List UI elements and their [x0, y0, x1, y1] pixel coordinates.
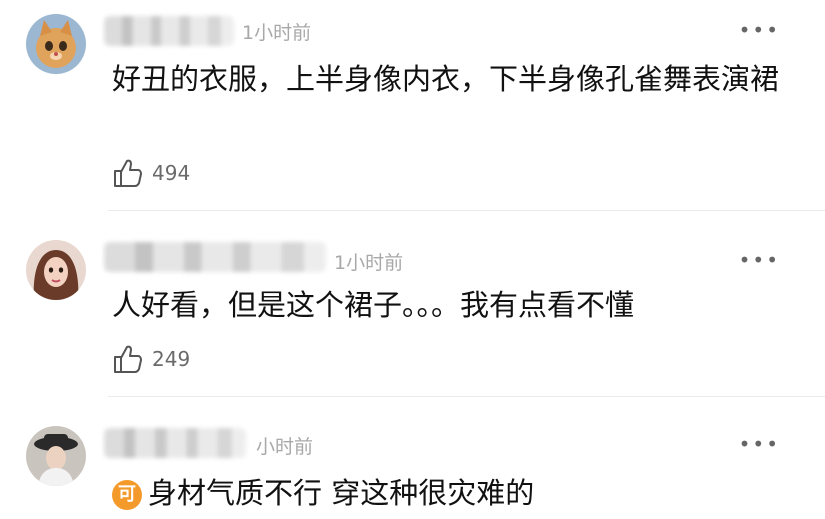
comment-item: 1小时前 ••• 人好看，但是这个裙子。。。我有点看不懂 249: [0, 212, 825, 396]
comment-text-row: 可身材气质不行 穿这种很灾难的: [112, 472, 792, 514]
comment-text: 身材气质不行 穿这种很灾难的: [148, 476, 535, 510]
more-options-button[interactable]: •••: [739, 248, 780, 272]
divider: [108, 396, 825, 397]
thumbs-up-icon: [114, 159, 142, 187]
like-button[interactable]: 494: [112, 156, 190, 190]
username-blurred[interactable]: [104, 242, 326, 272]
comment-time: 1小时前: [334, 252, 404, 274]
more-options-button[interactable]: •••: [739, 18, 780, 42]
avatar[interactable]: [26, 426, 86, 486]
ellipsis-icon: •••: [738, 248, 780, 272]
like-count: 249: [152, 347, 191, 371]
ellipsis-icon: •••: [738, 432, 780, 456]
comment-item: 1小时前 ••• 好丑的衣服，上半身像内衣，下半身像孔雀舞表演裙 494: [0, 0, 825, 210]
comment-time: 小时前: [256, 436, 314, 458]
username-blurred[interactable]: [104, 16, 234, 46]
username-blurred[interactable]: [104, 428, 246, 458]
comment-text: 人好看，但是这个裙子。。。我有点看不懂: [112, 288, 635, 322]
like-button[interactable]: 249: [112, 342, 190, 376]
ellipsis-icon: •••: [738, 18, 780, 42]
user-badge: 可: [112, 480, 142, 510]
comment-text: 好丑的衣服，上半身像内衣，下半身像孔雀舞表演裙: [112, 62, 780, 96]
thumbs-up-icon: [114, 345, 142, 373]
comment-item: 小时前 ••• 可身材气质不行 穿这种很灾难的: [0, 398, 825, 519]
comment-time: 1小时前: [242, 22, 312, 44]
like-count: 494: [152, 161, 191, 185]
more-options-button[interactable]: •••: [739, 432, 780, 456]
avatar[interactable]: [26, 14, 86, 74]
divider: [108, 210, 825, 211]
avatar[interactable]: [26, 240, 86, 300]
